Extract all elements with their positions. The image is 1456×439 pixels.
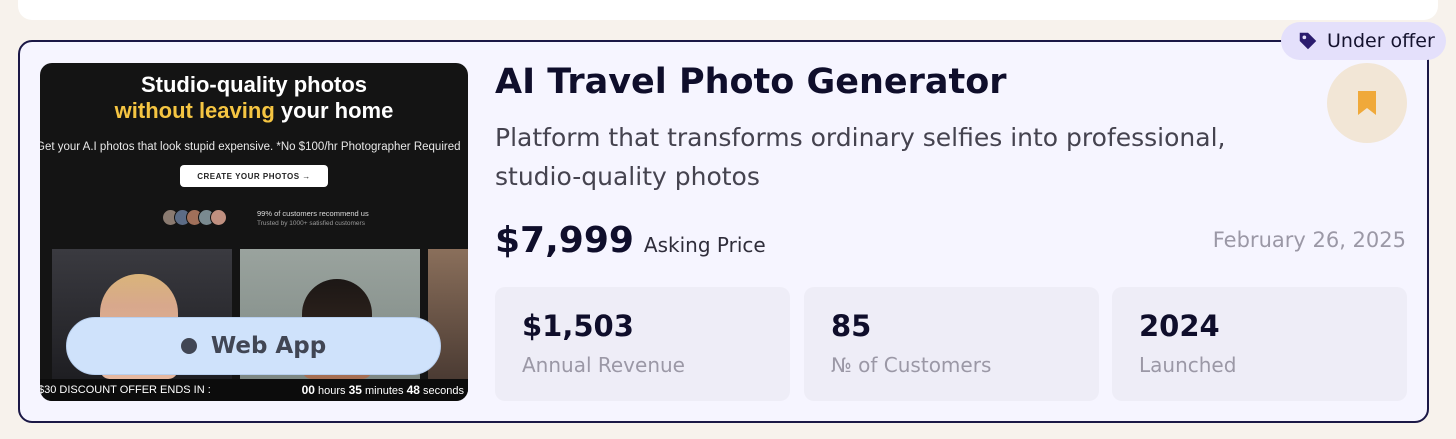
stat-value: 85 (831, 309, 872, 343)
thumbnail-cta-button: CREATE YOUR PHOTOS → (180, 165, 328, 187)
timer-seconds-label: seconds (423, 385, 464, 397)
status-badge: Under offer (1281, 22, 1446, 60)
thumbnail-headline-2: without leaving your home (40, 98, 468, 124)
thumbnail-headline-rest: your home (274, 98, 394, 123)
bookmark-icon (1358, 91, 1376, 115)
thumbnail-trusted: Trusted by 1000+ satisfied customers (257, 220, 365, 227)
listing-description: Platform that transforms ordinary selfie… (495, 123, 1226, 191)
bookmark-button[interactable] (1327, 63, 1407, 143)
stat-customers: 85 № of Customers (804, 287, 1099, 401)
timer-minutes: 35 (348, 383, 362, 397)
offer-timer: 00 hours 35 minutes 48 seconds (302, 383, 464, 397)
stat-value: $1,503 (522, 309, 634, 343)
category-pill: Web App (66, 317, 441, 375)
timer-seconds: 48 (406, 383, 420, 397)
thumbnail-subtext: Get your A.I photos that look stupid exp… (40, 141, 461, 153)
timer-hours: 00 (301, 383, 315, 397)
listing-date: February 26, 2025 (1212, 228, 1406, 252)
stat-value: 2024 (1139, 309, 1220, 343)
thumbnail-avatars (162, 209, 227, 226)
status-badge-label: Under offer (1327, 30, 1435, 52)
asking-price: $7,999 Asking Price (495, 220, 766, 261)
asking-price-label: Asking Price (643, 233, 766, 257)
stat-label: Annual Revenue (522, 353, 685, 377)
thumbnail-headline-highlight: without leaving (114, 98, 275, 123)
stat-annual-revenue: $1,503 Annual Revenue (495, 287, 790, 401)
asking-price-value: $7,999 (495, 220, 634, 261)
category-label: Web App (210, 333, 327, 359)
thumbnail-offer-bar: $30 DISCOUNT OFFER ENDS IN : 00 hours 35… (40, 379, 468, 401)
tag-icon (1297, 30, 1319, 52)
listing-title[interactable]: AI Travel Photo Generator (495, 62, 1007, 102)
avatar (210, 209, 227, 226)
stat-label: Launched (1139, 353, 1237, 377)
thumbnail-recommend: 99% of customers recommend us (257, 209, 369, 218)
timer-hours-label: hours (317, 385, 346, 397)
previous-listing-card (18, 0, 1438, 20)
stat-launched: 2024 Launched (1112, 287, 1407, 401)
thumbnail-headline: Studio-quality photos (140, 72, 368, 97)
timer-minutes-label: minutes (365, 385, 404, 397)
offer-text: $30 DISCOUNT OFFER ENDS IN : (40, 384, 211, 396)
dot-icon (180, 338, 197, 354)
stat-label: № of Customers (831, 353, 992, 377)
